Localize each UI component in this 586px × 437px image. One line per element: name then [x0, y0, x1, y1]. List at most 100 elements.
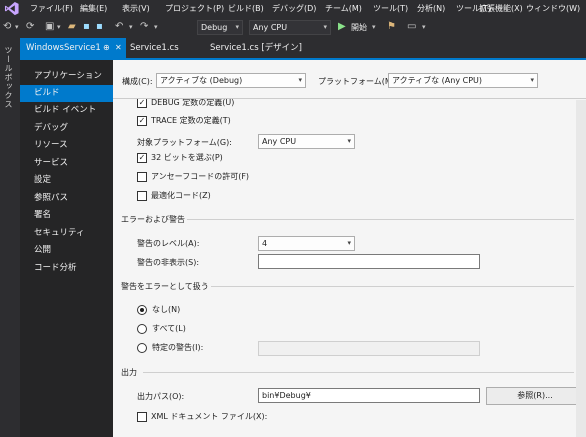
treat-warnings-specific-label: 特定の警告(I): [152, 343, 204, 352]
vertical-scrollbar[interactable] [576, 100, 586, 437]
output-path-input[interactable]: bin¥Debug¥ [258, 388, 480, 403]
platform-dropdown[interactable]: アクティブな (Any CPU) ▾ [388, 73, 538, 88]
pin-icon[interactable]: ⊕ [103, 38, 110, 58]
toolbar: ⟲ ▾ ⟳ ▣ ▾ ▰ ▪ ▪ ↶ ▾ ↷ ▾ Debug ▾ Any CPU … [0, 17, 586, 38]
menu-file[interactable]: ファイル(F) [30, 3, 73, 14]
menu-tools[interactable]: ツール(T) [373, 3, 408, 14]
treat-warnings-all-label: すべて(L) [152, 324, 186, 333]
section-divider [211, 286, 574, 287]
back-icon[interactable]: ⟲ [3, 21, 11, 33]
section-divider [187, 219, 574, 220]
chevron-down-icon: ▾ [323, 23, 327, 31]
prefer-32bit-label: 32 ビットを選ぶ(P) [151, 153, 223, 162]
redo-icon[interactable]: ↷ [140, 21, 148, 33]
solution-config-dropdown[interactable]: Debug ▾ [197, 20, 243, 35]
platform-label: プラットフォーム(M): [318, 77, 398, 86]
platform-value: アクティブな (Any CPU) [392, 76, 482, 85]
prefer-32bit-checkbox[interactable]: ✓ [137, 153, 147, 163]
menu-debug[interactable]: デバッグ(D) [272, 3, 316, 14]
new-project-icon[interactable]: ▣ [45, 21, 54, 33]
optimize-code-checkbox[interactable] [137, 191, 147, 201]
save-icon[interactable]: ▪ [83, 21, 90, 33]
chevron-down-icon: ▾ [347, 239, 351, 247]
configuration-dropdown[interactable]: アクティブな (Debug) ▾ [156, 73, 306, 88]
menu-view[interactable]: 表示(V) [122, 3, 150, 14]
configuration-label: 構成(C): [122, 77, 153, 86]
menu-team[interactable]: チーム(M) [325, 3, 362, 14]
menu-window[interactable]: ウィンドウ(W) [526, 3, 580, 14]
tab-service1-cs[interactable]: Service1.cs [130, 38, 179, 58]
visual-studio-logo-icon[interactable] [4, 1, 20, 16]
start-label[interactable]: 開始 [351, 22, 367, 34]
start-play-icon[interactable]: ▶ [338, 21, 346, 33]
section-divider [143, 372, 574, 373]
tab-windowsservice1[interactable]: WindowsService1 ⊕ ✕ [20, 38, 126, 58]
menu-bar: ファイル(F) 編集(E) 表示(V) プロジェクト(P) ビルド(B) デバッ… [0, 0, 586, 17]
nav-item-publish[interactable]: 公開 [20, 242, 113, 259]
chevron-down-icon: ▾ [530, 76, 534, 84]
nav-item-security[interactable]: セキュリティ [20, 225, 113, 242]
treat-warnings-none-label: なし(N) [152, 305, 181, 314]
nav-item-services[interactable]: サービス [20, 155, 113, 172]
nav-item-build-events[interactable]: ビルド イベント [20, 102, 113, 119]
toolbox-strip[interactable]: ツールボックス [0, 38, 20, 437]
configuration-bar: 構成(C): アクティブな (Debug) ▾ プラットフォーム(M): アクテ… [113, 60, 586, 99]
trace-constant-label: TRACE 定数の定義(T) [151, 116, 231, 125]
overflow-icon[interactable]: ▾ [422, 21, 426, 33]
xml-doc-label: XML ドキュメント ファイル(X): [151, 412, 268, 421]
warning-level-label: 警告のレベル(A): [137, 239, 200, 248]
nav-item-build[interactable]: ビルド [20, 85, 113, 102]
start-dropdown-icon[interactable]: ▾ [372, 21, 376, 33]
menu-extensions[interactable]: 拡張機能(X) [479, 3, 523, 14]
build-properties-page: ✓ DEBUG 定数の定義(U) ✓ TRACE 定数の定義(T) 対象プラット… [113, 60, 586, 437]
warning-level-dropdown[interactable]: 4 ▾ [258, 236, 355, 251]
document-tab-bar: WindowsService1 ⊕ ✕ Service1.cs Service1… [20, 38, 586, 60]
target-platform-dropdown[interactable]: Any CPU ▾ [258, 134, 355, 149]
new-project-dropdown-icon[interactable]: ▾ [57, 21, 61, 33]
xml-doc-checkbox[interactable] [137, 412, 147, 422]
menu-edit[interactable]: 編集(E) [80, 3, 107, 14]
attach-icon[interactable]: ⚑ [387, 21, 396, 33]
nav-item-code-analysis[interactable]: コード分析 [20, 260, 113, 277]
solution-platform-value: Any CPU [253, 23, 288, 32]
treat-warnings-none-radio[interactable] [137, 305, 147, 315]
menu-build[interactable]: ビルド(B) [228, 3, 264, 14]
browse-button[interactable]: 参照(R)... [486, 387, 584, 405]
target-platform-label: 対象プラットフォーム(G): [137, 138, 232, 147]
errors-section-title: エラーおよび警告 [121, 215, 185, 224]
tab-label: Service1.cs [デザイン] [210, 43, 302, 53]
redo-dropdown-icon[interactable]: ▾ [154, 21, 158, 33]
suppress-warnings-input[interactable] [258, 254, 480, 269]
open-folder-icon[interactable]: ▰ [68, 21, 76, 33]
nav-item-application[interactable]: アプリケーション [20, 68, 113, 85]
nav-item-debug[interactable]: デバッグ [20, 120, 113, 137]
radio-selected-dot [140, 308, 144, 312]
treat-warnings-all-radio[interactable] [137, 324, 147, 334]
configuration-value: アクティブな (Debug) [160, 76, 243, 85]
back-dropdown-icon[interactable]: ▾ [15, 21, 19, 33]
suppress-warnings-label: 警告の非表示(S): [137, 258, 200, 267]
nav-item-resources[interactable]: リソース [20, 137, 113, 154]
undo-icon[interactable]: ↶ [115, 21, 123, 33]
screen-icon[interactable]: ▭ [407, 21, 416, 33]
debug-constant-checkbox[interactable]: ✓ [137, 98, 147, 108]
undo-dropdown-icon[interactable]: ▾ [129, 21, 133, 33]
toolbox-label[interactable]: ツールボックス [3, 46, 14, 109]
trace-constant-checkbox[interactable]: ✓ [137, 116, 147, 126]
nav-item-reference-paths[interactable]: 参照パス [20, 190, 113, 207]
allow-unsafe-label: アンセーフコードの許可(F) [151, 172, 250, 181]
nav-item-settings[interactable]: 設定 [20, 172, 113, 189]
tab-service1-design[interactable]: Service1.cs [デザイン] [210, 38, 302, 58]
tab-label: WindowsService1 [26, 43, 101, 53]
treat-warnings-specific-radio[interactable] [137, 343, 147, 353]
output-path-label: 出力パス(O): [137, 392, 185, 401]
solution-platform-dropdown[interactable]: Any CPU ▾ [249, 20, 331, 35]
specific-warnings-input[interactable] [258, 341, 480, 356]
close-icon[interactable]: ✕ [115, 38, 122, 58]
save-all-icon[interactable]: ▪ [96, 21, 103, 33]
nav-item-signing[interactable]: 署名 [20, 207, 113, 224]
forward-icon[interactable]: ⟳ [26, 21, 34, 33]
menu-analyze[interactable]: 分析(N) [417, 3, 445, 14]
allow-unsafe-checkbox[interactable] [137, 172, 147, 182]
menu-project[interactable]: プロジェクト(P) [165, 3, 224, 14]
